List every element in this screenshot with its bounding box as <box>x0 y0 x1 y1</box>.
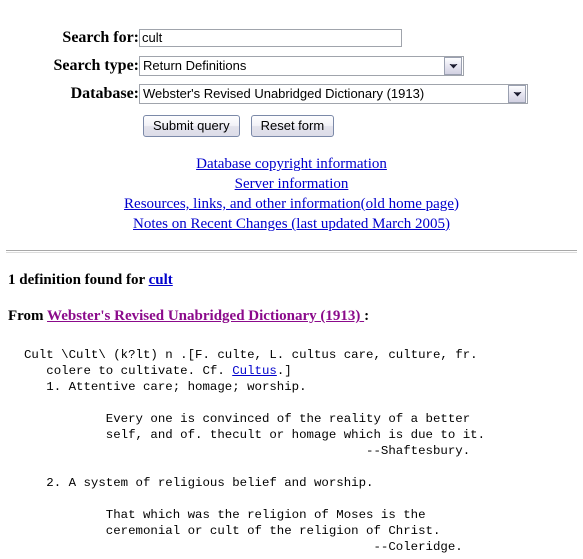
link-search-term[interactable]: cult <box>149 272 173 288</box>
database-select[interactable]: Webster's Revised Unabridged Dictionary … <box>139 84 528 104</box>
submit-query-button[interactable]: Submit query <box>143 115 240 137</box>
database-label: Database: <box>70 85 139 102</box>
search-form: Search for: Search type: Return Definiti… <box>0 0 583 137</box>
definition-count-text: 1 definition found for <box>8 272 149 288</box>
reset-form-button[interactable]: Reset form <box>250 115 335 137</box>
nav-links: Database copyright information Server in… <box>0 137 583 234</box>
chevron-down-icon[interactable] <box>444 57 462 75</box>
search-form-table: Search for: Search type: Return Definiti… <box>0 24 528 108</box>
chevron-down-icon[interactable] <box>508 85 526 103</box>
results-section: 1 definition found for cult From Webster… <box>0 272 583 555</box>
search-type-select[interactable]: Return Definitions <box>139 56 464 76</box>
link-cultus[interactable]: Cultus <box>232 364 277 378</box>
from-prefix: From <box>8 308 48 324</box>
section-divider <box>6 250 577 253</box>
link-dictionary-source[interactable]: Webster's Revised Unabridged Dictionary … <box>47 308 364 324</box>
link-notes-recent-changes[interactable]: Notes on Recent Changes (last updated Ma… <box>133 216 450 232</box>
from-suffix: : <box>364 308 370 324</box>
paren-close: ) <box>453 196 459 212</box>
link-old-home-page[interactable]: old home page <box>366 196 454 212</box>
database-value: Webster's Revised Unabridged Dictionary … <box>143 86 425 101</box>
form-buttons: Submit query Reset form <box>0 108 583 137</box>
definition-body: Cult \Cult\ (k?lt) n .[F. culte, L. cult… <box>8 347 575 555</box>
form-row-search-for: Search for: <box>0 24 528 52</box>
definition-count-line: 1 definition found for cult <box>8 272 575 289</box>
search-input[interactable] <box>139 29 402 48</box>
form-row-search-type: Search type: Return Definitions <box>0 52 528 80</box>
link-database-copyright[interactable]: Database copyright information <box>196 156 387 172</box>
search-for-label: Search for: <box>62 29 139 46</box>
link-server-information[interactable]: Server information <box>235 176 349 192</box>
source-line: From Webster's Revised Unabridged Dictio… <box>8 308 575 325</box>
form-row-database: Database: Webster's Revised Unabridged D… <box>0 80 528 108</box>
definition-text-part2: .] 1. Attentive care; homage; worship. E… <box>46 364 486 554</box>
search-type-value: Return Definitions <box>143 58 247 73</box>
link-resources[interactable]: Resources, links, and other information <box>124 196 361 212</box>
search-type-label: Search type: <box>53 57 139 74</box>
